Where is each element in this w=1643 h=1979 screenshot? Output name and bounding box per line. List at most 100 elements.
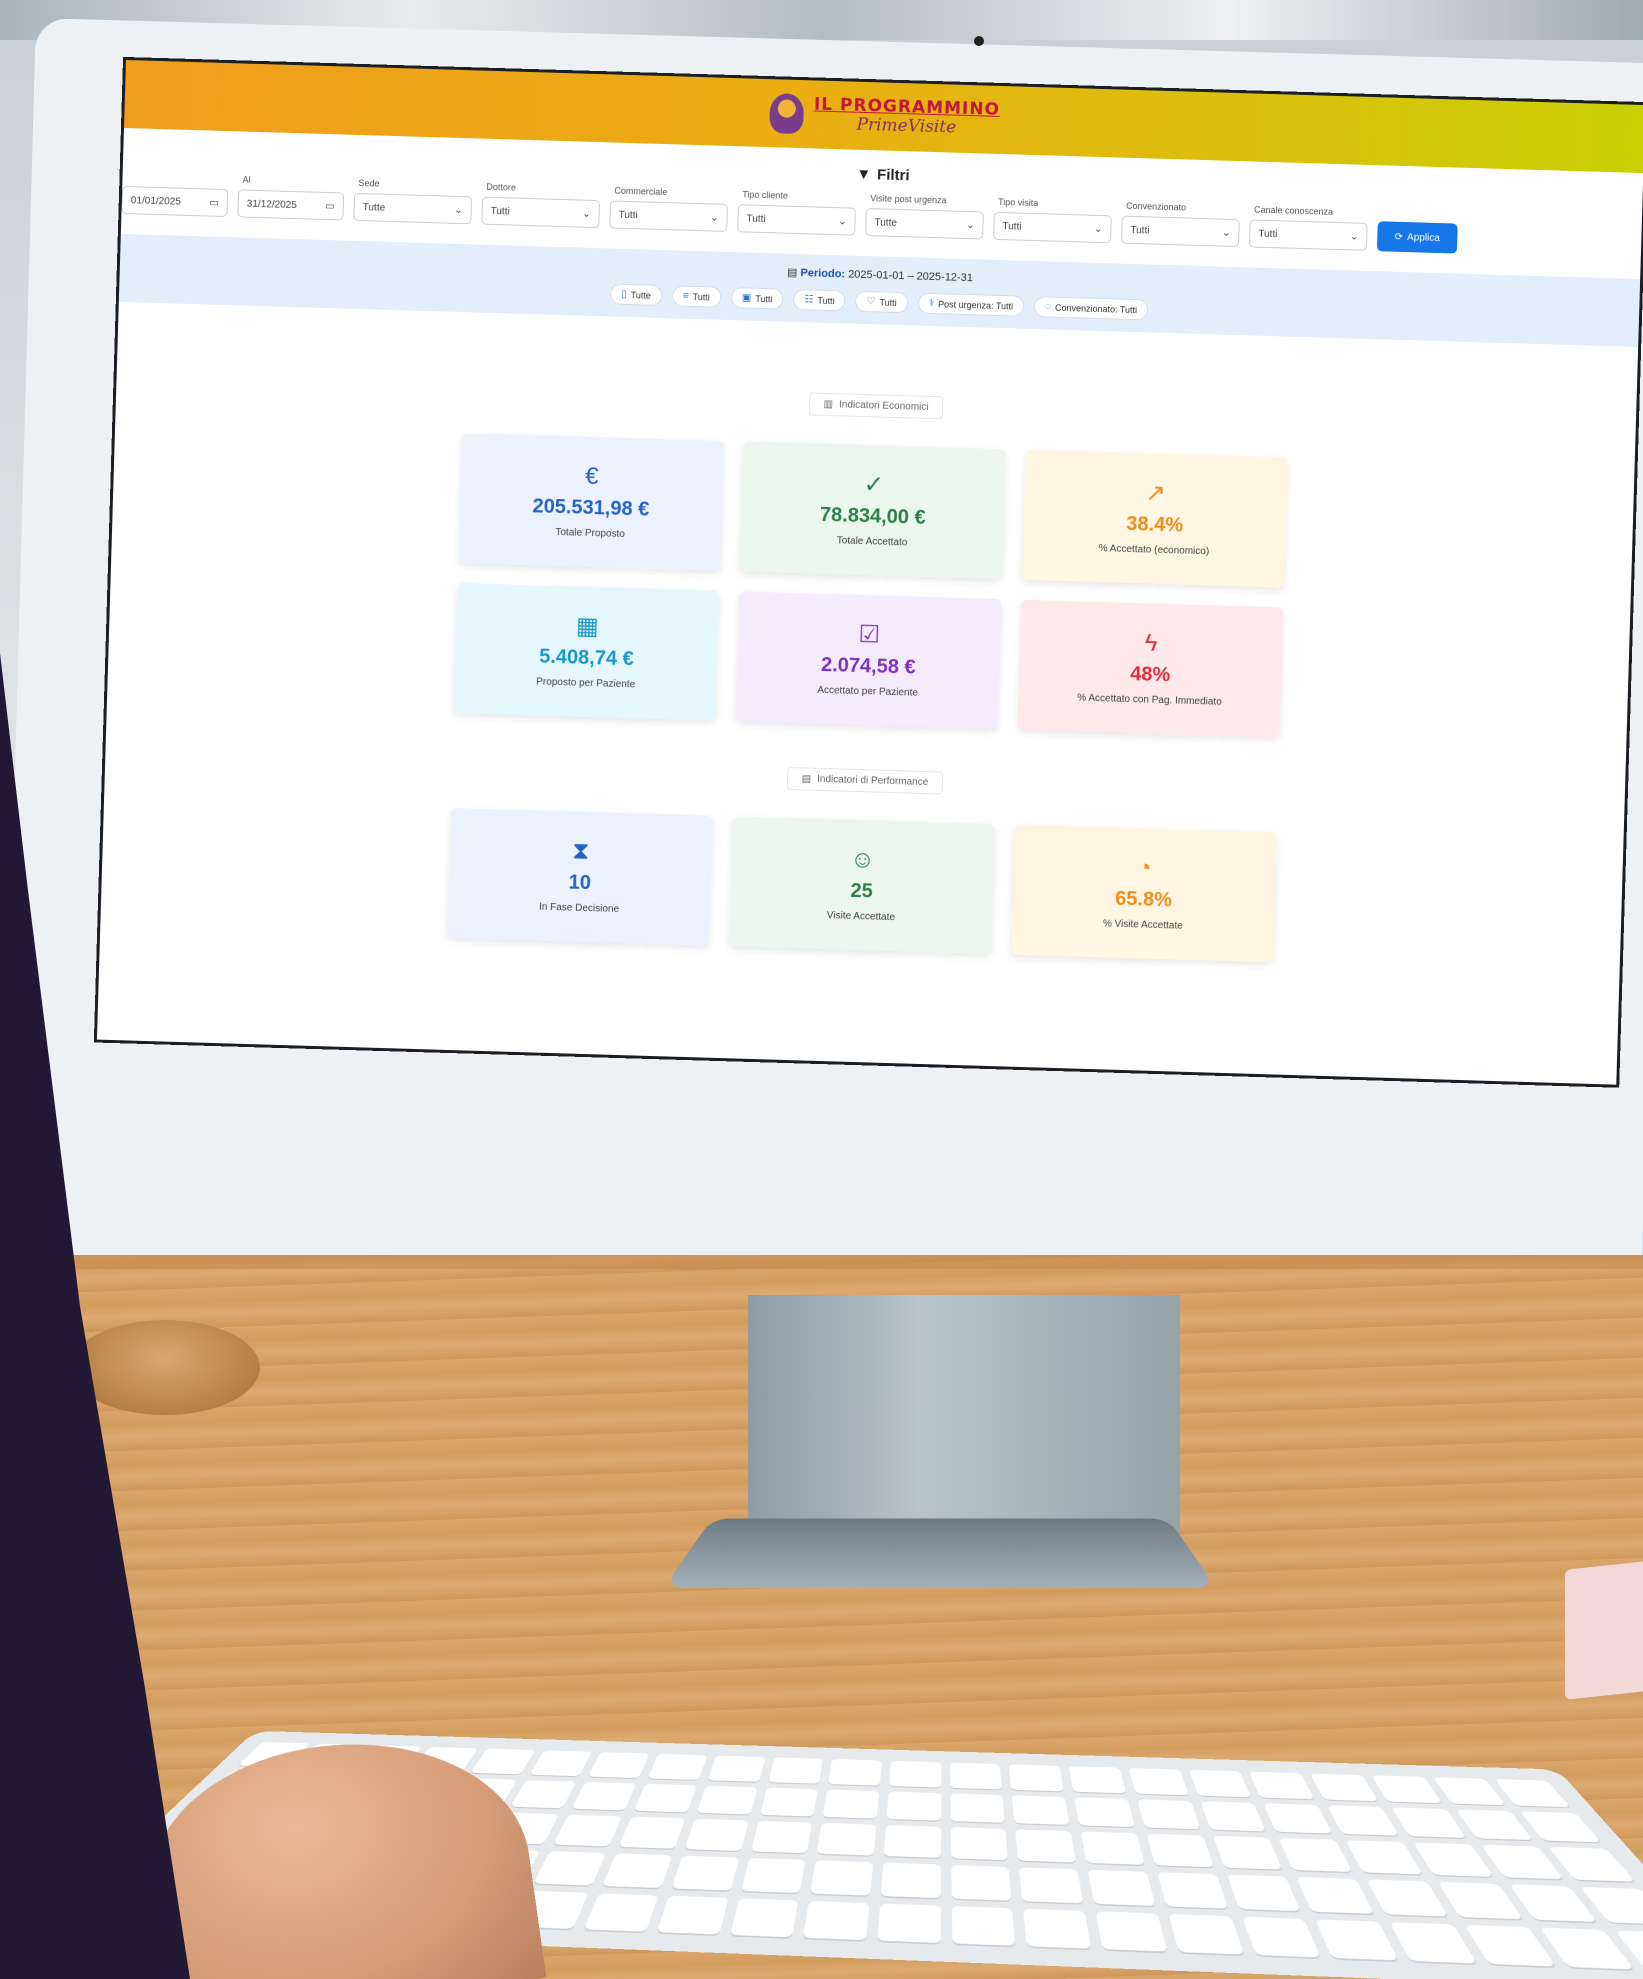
keyboard-key [534, 1851, 606, 1886]
trend-up-icon: ↗ [1145, 481, 1166, 506]
filter-value: Tutti [1002, 221, 1021, 233]
filter-group: Dottore Tutti ⌄ [481, 182, 600, 228]
kpi-value: 25 [850, 880, 873, 904]
chip-text: Tutti [817, 295, 834, 306]
filter-select[interactable]: Tutte ⌄ [865, 208, 984, 239]
kpi-value: 78.834,00 € [820, 504, 926, 530]
keyboard-key [1137, 1799, 1200, 1829]
keyboard-key [1200, 1801, 1266, 1831]
clipboard-check-icon: ☑ [858, 623, 880, 648]
pink-object [1565, 1560, 1643, 1699]
kpi-card-visite-accettate: ☺ 25 Visite Accettate [729, 816, 995, 954]
apply-label: Applica [1407, 232, 1440, 244]
chevron-down-icon: ⌄ [710, 212, 719, 223]
kpi-caption: Accettato per Paziente [817, 685, 918, 699]
kpi-value: 2.074,58 € [821, 654, 916, 680]
filter-group: Tipo cliente Tutti ⌄ [737, 189, 856, 235]
keyboard-key [1157, 1872, 1228, 1909]
logo[interactable]: IL PROGRAMMINO PrimeVisite [813, 96, 1000, 138]
keyboard-key [671, 1855, 738, 1890]
keyboard-key [1012, 1796, 1070, 1826]
keyboard-key [1327, 1805, 1399, 1836]
calendar-icon: ▭ [209, 197, 219, 208]
keyboard-key [1315, 1919, 1398, 1960]
kpi-value: 10 [568, 871, 591, 895]
date-input[interactable]: 01/01/2025 ▭ [121, 186, 228, 217]
period-label: Periodo: [800, 267, 845, 280]
filter-group: Al 31/12/2025 ▭ [237, 174, 344, 220]
keyboard-key [1075, 1797, 1135, 1827]
calculator-icon: ▦ [576, 615, 599, 640]
filter-value: 31/12/2025 [247, 198, 297, 210]
apply-button[interactable]: ⟳ Applica [1377, 221, 1458, 253]
kpi-card-in-fase-decisione: ⧗ 10 In Fase Decisione [447, 808, 713, 946]
filter-group: Convenzionato Tutti ⌄ [1121, 201, 1240, 247]
keyboard-key [1213, 1836, 1283, 1869]
filter-value: Tutte [874, 217, 897, 229]
logo-subtitle: PrimeVisite [856, 117, 956, 137]
kpi-caption: In Fase Decisione [539, 902, 619, 915]
kpi-caption: % Visite Accettate [1103, 918, 1183, 931]
filter-value: Tutti [1130, 224, 1149, 236]
keyboard-key [1081, 1832, 1145, 1865]
keyboard-key [1088, 1869, 1155, 1905]
keyboard-key [510, 1780, 577, 1808]
filter-select[interactable]: Tutti ⌄ [481, 197, 600, 228]
filter-select[interactable]: Tutti ⌄ [1121, 216, 1240, 247]
keyboard-key [529, 1750, 592, 1776]
keyboard-key [887, 1792, 941, 1821]
briefcase-icon: ▣ [742, 292, 752, 303]
chevron-down-icon: ⌄ [1222, 227, 1231, 238]
keyboard-key [1264, 1803, 1333, 1833]
chevron-down-icon: ⌄ [582, 208, 591, 219]
keyboard-key [751, 1821, 813, 1853]
keyboard-key [828, 1759, 882, 1786]
section-title-performance: ▤ Indicatori di Performance [786, 767, 943, 795]
kpi-caption: Visite Accettate [827, 910, 895, 923]
filter-value: 01/01/2025 [131, 195, 181, 207]
filter-select[interactable]: Tutti ⌄ [609, 200, 728, 231]
user-check-icon: ☺ [850, 848, 875, 873]
filter-label: Al [238, 174, 344, 188]
refresh-icon: ⟳ [1395, 231, 1404, 242]
kpi-card-totale-accettato: ✓ 78.834,00 € Totale Accettato [740, 442, 1006, 580]
keyboard-key [1096, 1911, 1168, 1951]
keyboard-key [634, 1784, 697, 1813]
filter-chip: ▯ Tutte [610, 283, 662, 306]
users-icon: ☷ [804, 294, 813, 305]
keyboard-key [881, 1862, 941, 1898]
filter-select[interactable]: Tutti ⌄ [1249, 219, 1368, 250]
filter-label: Convenzionato [1122, 201, 1240, 215]
kpi-value: 205.531,98 € [532, 495, 649, 521]
keyboard-key [1367, 1879, 1448, 1916]
filter-select[interactable]: Tutti ⌄ [737, 204, 856, 235]
filter-value: Tutte [363, 202, 386, 214]
keyboard-key [1129, 1768, 1189, 1795]
tag-icon: ♡ [866, 296, 875, 307]
filter-value: Tutti [618, 209, 637, 221]
kpi-value: 48% [1130, 663, 1171, 687]
keyboard-key [588, 1752, 649, 1778]
calendar-icon: ▤ [787, 267, 798, 279]
chart-bar-icon: ▥ [823, 399, 833, 410]
filter-group: Visite post urgenza Tutte ⌄ [865, 193, 984, 239]
chevron-down-icon: ⌄ [454, 204, 463, 215]
date-input[interactable]: 31/12/2025 ▭ [237, 189, 344, 220]
keyboard-key [1249, 1772, 1314, 1800]
keyboard-key [1147, 1834, 1214, 1867]
keyboard-key [817, 1823, 876, 1855]
filter-select[interactable]: Tutte ⌄ [353, 193, 472, 224]
filter-group: 01/01/2025 ▭ [121, 171, 228, 217]
economic-cards: €205.531,98 € Totale Proposto ✓ 78.834,00 €… [107, 423, 1635, 748]
doctor-icon: ≡ [683, 291, 689, 302]
calendar-icon: ▭ [325, 200, 335, 211]
kpi-card-accettato-per-paziente: ☑ 2.074,58 € Accettato per Paziente [736, 591, 1002, 729]
logo-icon [769, 93, 804, 134]
keyboard-key [1009, 1764, 1064, 1791]
monitor-stand-foot [663, 1519, 1216, 1589]
filter-select[interactable]: Tutti ⌄ [993, 212, 1112, 243]
kpi-caption: Totale Accettato [837, 535, 908, 548]
keyboard-key [950, 1794, 1005, 1824]
keyboard-key [1296, 1877, 1374, 1914]
keyboard-key [884, 1825, 941, 1857]
